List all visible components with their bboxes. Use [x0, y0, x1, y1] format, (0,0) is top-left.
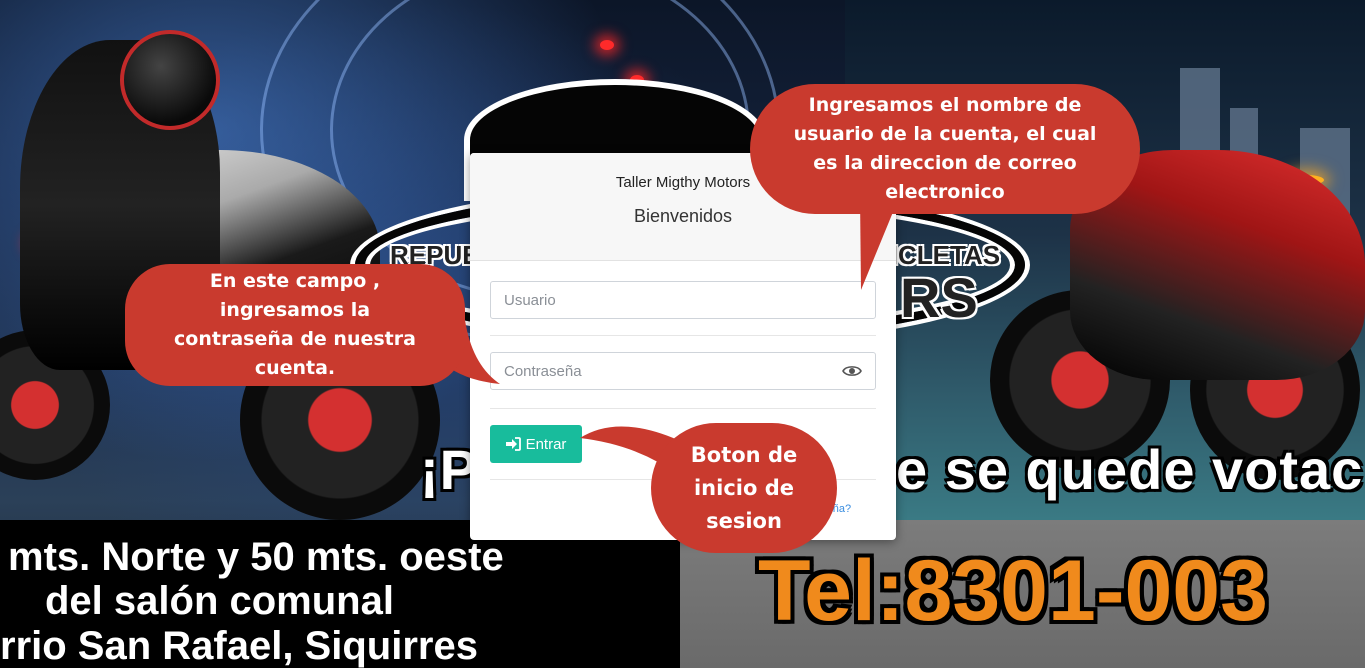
- callout-username: Ingresamos el nombre de usuario de la cu…: [750, 84, 1140, 214]
- callout-button: Boton de inicio de sesion: [651, 423, 837, 553]
- phone-number: Tel:8301-003: [758, 543, 1268, 639]
- callout-password-text: En este campo , ingresamos la contraseña…: [174, 270, 416, 379]
- divider: [490, 408, 876, 409]
- address-line-1: mts. Norte y 50 mts. oeste: [8, 535, 504, 579]
- divider: [490, 335, 876, 336]
- red-light: [600, 40, 614, 50]
- slogan-right: e se quede votac: [896, 438, 1364, 501]
- address-line-3: rrio San Rafael, Siquirres: [0, 624, 478, 668]
- address-line-2: del salón comunal: [45, 579, 394, 623]
- callout-button-text: Boton de inicio de sesion: [690, 442, 798, 533]
- logo-brand: RS: [900, 266, 978, 329]
- sign-in-icon: [505, 437, 521, 451]
- enter-button[interactable]: Entrar: [490, 425, 582, 463]
- callout-password: En este campo , ingresamos la contraseña…: [125, 264, 465, 386]
- callout-username-text: Ingresamos el nombre de usuario de la cu…: [793, 94, 1097, 203]
- helmet: [120, 30, 220, 130]
- enter-label: Entrar: [525, 435, 567, 453]
- username-input[interactable]: [490, 281, 876, 319]
- password-input[interactable]: [490, 352, 876, 390]
- red-light: [630, 75, 644, 85]
- eye-icon[interactable]: [842, 364, 862, 378]
